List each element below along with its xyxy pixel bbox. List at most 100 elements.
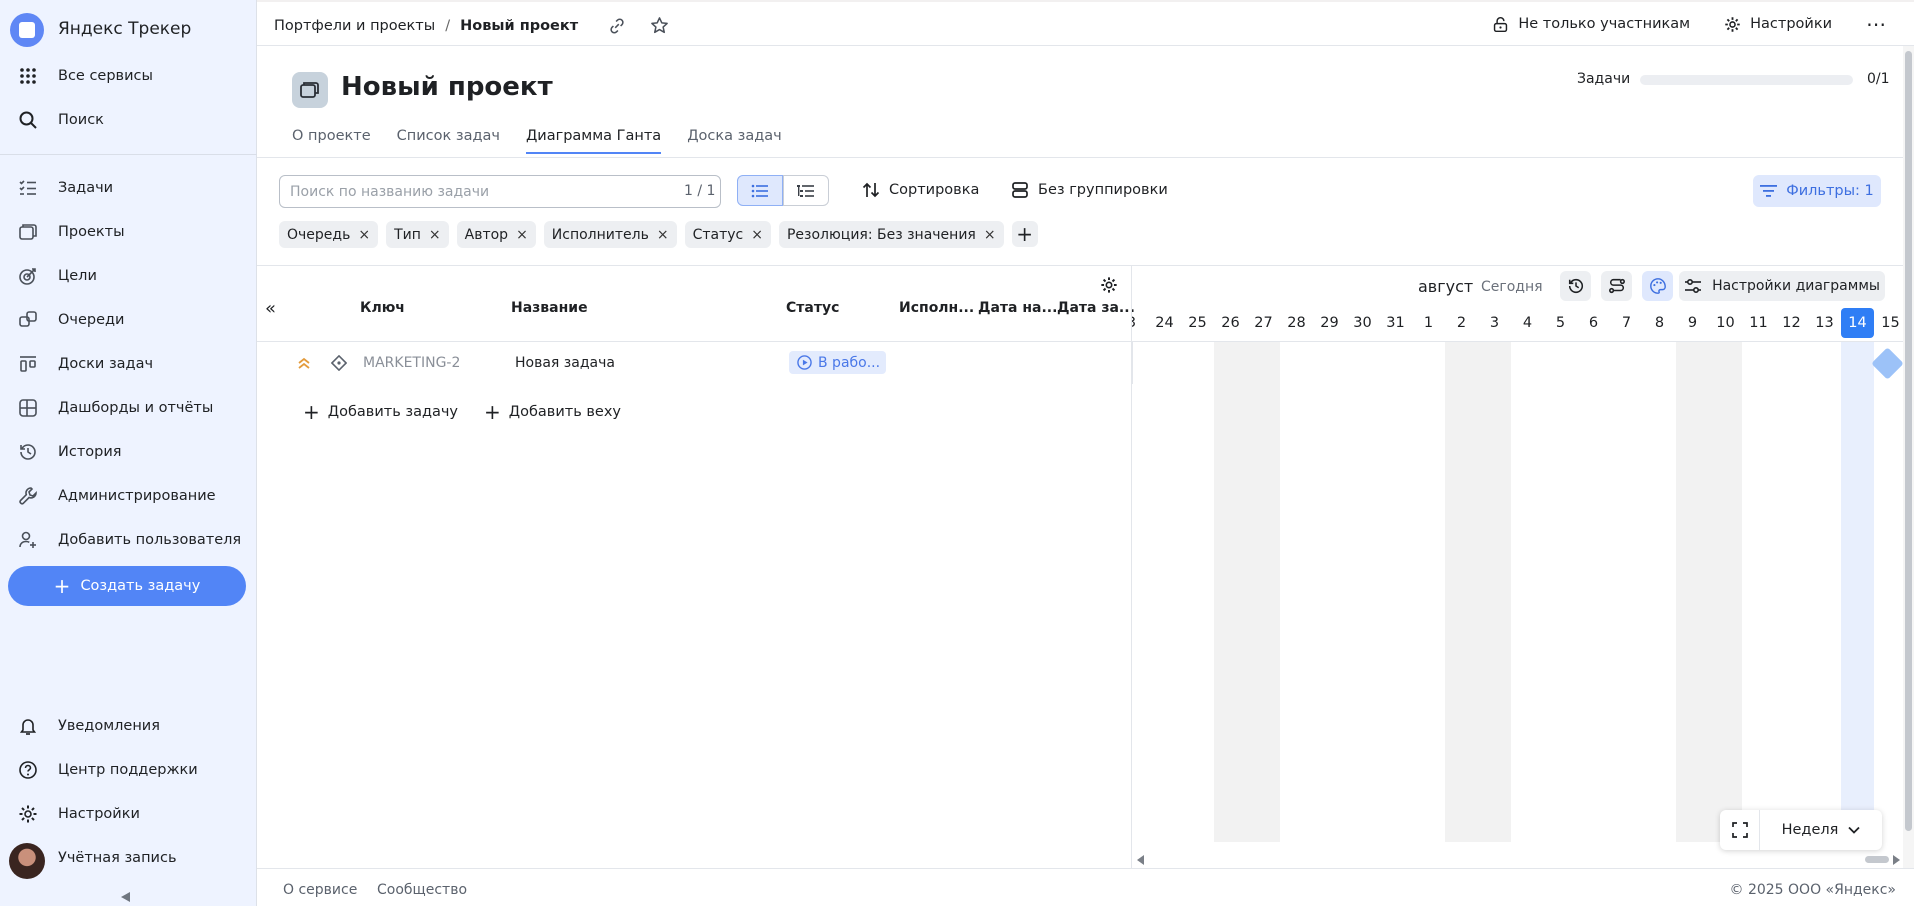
close-icon[interactable]: × [358, 227, 370, 243]
filter-chip-type[interactable]: Тип × [386, 221, 449, 248]
tasks-progress-label: Задачи [1577, 71, 1631, 87]
more-icon: ⋯ [1866, 12, 1886, 36]
filter-chip-assignee[interactable]: Исполнитель × [543, 221, 677, 248]
task-name[interactable]: Новая задача [515, 355, 615, 371]
scroll-right-icon[interactable] [1893, 855, 1900, 865]
gantt-day-label: 25 [1188, 315, 1207, 331]
column-due-date[interactable]: Дата за... [1057, 300, 1135, 316]
breadcrumb-parent[interactable]: Портфели и проекты [274, 18, 435, 34]
sidebar-item-queues[interactable]: Очереди [0, 298, 257, 342]
list-view-button[interactable] [737, 175, 783, 206]
gantt-milestone-marker[interactable] [1871, 347, 1904, 380]
sidebar-item-dashboards[interactable]: Дашборды и отчёты [0, 386, 257, 430]
grouping-button[interactable]: Без группировки [1011, 181, 1168, 199]
gantt-header-divider [1132, 341, 1904, 342]
zoom-value: Неделя [1781, 822, 1839, 838]
column-key[interactable]: Ключ [360, 300, 405, 316]
close-icon[interactable]: × [429, 227, 441, 243]
sidebar-notifications[interactable]: Уведомления [0, 704, 257, 748]
queues-icon [19, 311, 37, 327]
tab-gantt[interactable]: Диаграмма Ганта [525, 128, 662, 154]
link-icon[interactable] [608, 17, 626, 35]
gantt-day-label: 12 [1782, 315, 1801, 331]
sidebar-item-goals[interactable]: Цели [0, 254, 257, 298]
footer-community-link[interactable]: Сообщество [377, 882, 467, 898]
column-status[interactable]: Статус [786, 300, 839, 316]
project-tabs: О проекте Список задач Диаграмма Ганта Д… [292, 128, 782, 154]
sidebar-item-history[interactable]: История [0, 430, 257, 474]
sidebar-item-admin[interactable]: Администрирование [0, 474, 257, 518]
gantt-day-label: 10 [1716, 315, 1735, 331]
sort-button[interactable]: Сортировка [862, 181, 979, 199]
sidebar-item-label: Очереди [58, 312, 125, 328]
create-task-button[interactable]: + Создать задачу [8, 566, 246, 606]
sidebar-item-tasks[interactable]: Задачи [0, 166, 257, 210]
close-icon[interactable]: × [516, 227, 528, 243]
fullscreen-button[interactable] [1720, 810, 1760, 850]
scroll-left-icon[interactable] [1137, 855, 1144, 865]
tab-about[interactable]: О проекте [292, 128, 371, 154]
filter-chip-status[interactable]: Статус × [684, 221, 771, 248]
search-input[interactable] [279, 175, 721, 208]
gantt-colors-button[interactable] [1642, 271, 1673, 301]
column-name[interactable]: Название [511, 300, 588, 316]
clock-icon [1568, 278, 1583, 294]
task-key[interactable]: MARKETING-2 [363, 355, 460, 371]
sidebar-settings[interactable]: Настройки [0, 792, 257, 836]
gear-icon[interactable] [1100, 276, 1118, 294]
access-button[interactable]: Не только участникам [1492, 16, 1690, 33]
brand-name[interactable]: Яндекс Трекер [58, 19, 191, 39]
add-milestone-button[interactable]: + Добавить веху [484, 402, 621, 422]
filters-button[interactable]: Фильтры: 1 [1753, 175, 1881, 207]
vertical-scrollbar[interactable] [1903, 46, 1914, 868]
sidebar-item-boards[interactable]: Доски задач [0, 342, 257, 386]
sidebar-support[interactable]: Центр поддержки [0, 748, 257, 792]
filter-chip-author[interactable]: Автор × [456, 221, 536, 248]
sidebar-item-label: Проекты [58, 224, 125, 240]
star-icon[interactable] [650, 16, 669, 35]
add-task-button[interactable]: + Добавить задачу [303, 402, 458, 422]
top-actions: Не только участникам Настройки ⋯ [1492, 2, 1914, 46]
zoom-select[interactable]: Неделя [1760, 822, 1882, 838]
status-badge[interactable]: В рабо... [789, 351, 886, 374]
tree-view-button[interactable] [783, 175, 829, 206]
sidebar-item-projects[interactable]: Проекты [0, 210, 257, 254]
tab-board[interactable]: Доска задач [687, 128, 782, 154]
filter-chip-resolution[interactable]: Резолюция: Без значения × [778, 221, 1004, 248]
gantt-today-button[interactable]: Сегодня [1481, 279, 1543, 295]
project-settings-button[interactable]: Настройки [1724, 16, 1832, 33]
sidebar-item-label: Все сервисы [58, 68, 153, 84]
gantt-history-button[interactable] [1560, 271, 1591, 301]
tracker-logo[interactable] [10, 13, 44, 47]
gantt-chart: август Сегодня Настройки диаграммы 32425… [1132, 266, 1904, 868]
gantt-weekend-column [1676, 342, 1742, 842]
avatar[interactable] [9, 843, 45, 879]
horizontal-scrollbar[interactable] [1132, 852, 1904, 866]
sidebar-all-services[interactable]: Все сервисы [0, 54, 257, 98]
column-assignee[interactable]: Исполн... [899, 300, 974, 316]
gantt-settings-button[interactable]: Настройки диаграммы [1679, 271, 1885, 301]
add-filter-button[interactable]: + [1011, 221, 1038, 247]
footer-about-link[interactable]: О сервисе [283, 882, 357, 898]
sliders-icon [1685, 278, 1702, 294]
wrench-icon [19, 487, 37, 505]
collapse-sidebar-icon[interactable] [121, 892, 130, 902]
filter-chip-queue[interactable]: Очередь × [279, 221, 379, 248]
scroll-thumb[interactable] [1865, 856, 1889, 863]
more-button[interactable]: ⋯ [1866, 12, 1886, 36]
gantt-day-label: 11 [1749, 315, 1768, 331]
close-icon[interactable]: × [984, 227, 996, 243]
scroll-thumb[interactable] [1905, 51, 1912, 831]
play-icon [797, 355, 812, 370]
column-start-date[interactable]: Дата на... [978, 300, 1057, 316]
tab-task-list[interactable]: Список задач [397, 128, 500, 154]
footer: О сервисе Сообщество © 2025 ООО «Яндекс» [257, 868, 1914, 906]
collapse-table-icon[interactable]: « [265, 298, 276, 319]
sidebar: Яндекс Трекер Все сервисы Поиск Задачи П… [0, 0, 257, 906]
sidebar-item-add-user[interactable]: Добавить пользователя [0, 518, 257, 562]
sidebar-search[interactable]: Поиск [0, 98, 257, 142]
table-row[interactable]: MARKETING-2 Новая задача В рабо... [257, 342, 1132, 384]
close-icon[interactable]: × [657, 227, 669, 243]
gantt-links-button[interactable] [1601, 271, 1632, 301]
close-icon[interactable]: × [751, 227, 763, 243]
